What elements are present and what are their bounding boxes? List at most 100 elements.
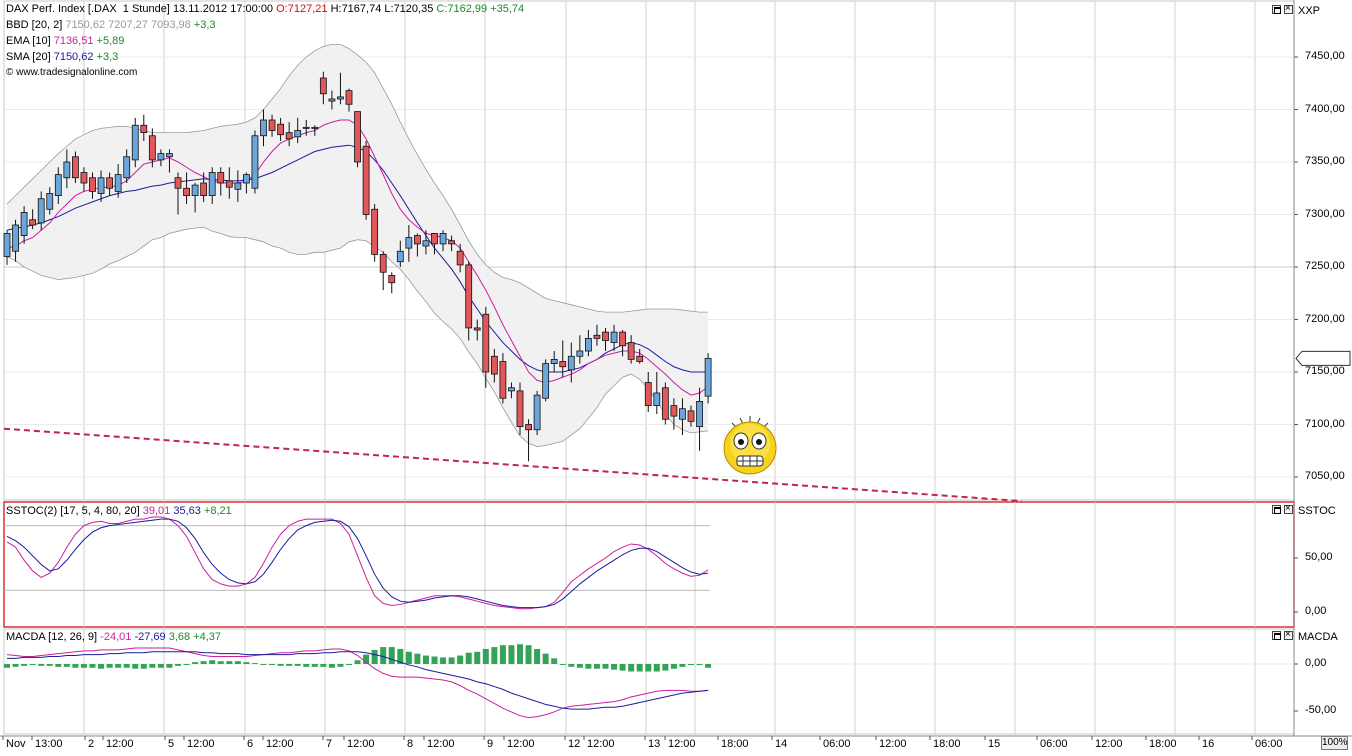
time-axis-label: 12:00 (879, 738, 907, 750)
candle-body (610, 331, 618, 344)
macd-histogram-bar (286, 664, 293, 666)
bbd-mid: 7150,62 (65, 19, 106, 31)
main-y-tick-label: 7200,00 (1305, 312, 1345, 325)
time-axis-label: 7 (326, 738, 333, 750)
macd-histogram-bar (217, 661, 224, 664)
bbd-label: BBD [20, 2] (6, 19, 63, 31)
time-axis-label: 12:00 (668, 738, 696, 750)
macd-histogram-bar (414, 653, 421, 664)
time-axis-label: 16 (1202, 738, 1215, 750)
macd-value-1: -24,01 (100, 631, 132, 643)
macd-histogram-bar (4, 664, 10, 668)
time-axis-label: Nov (6, 738, 26, 750)
candle-body (490, 355, 498, 375)
candle-body (54, 174, 62, 197)
candle-body (191, 184, 199, 197)
candle-body (413, 235, 421, 245)
main-y-tick-label: 7250,00 (1305, 260, 1345, 272)
macd-histogram-bar (98, 664, 105, 669)
macd-histogram-bar (226, 661, 233, 664)
candle-body (217, 172, 225, 184)
candle-body (576, 350, 584, 357)
shocked-smiley-icon (723, 416, 777, 475)
candle-body (225, 180, 233, 188)
close-macd-panel-icon[interactable] (1284, 629, 1293, 641)
candle-body (251, 135, 259, 189)
macd-histogram-bar (482, 648, 489, 664)
macd-histogram-bar (354, 660, 361, 664)
macd-histogram-bar (688, 664, 694, 665)
macd-histogram-bar (636, 664, 643, 672)
zoom-indicator[interactable]: 100% (1321, 736, 1348, 750)
maximize-main-panel-icon[interactable] (1272, 5, 1281, 14)
time-axis-label: 13 (648, 738, 661, 750)
candle-body (285, 132, 293, 140)
sstoc-y-tick-label: 0,00 (1305, 605, 1327, 617)
bbd-legend[interactable]: BBD [20, 2] 7150,62 7207,27 7093,98 +3,3 (6, 19, 216, 32)
candle-body (636, 355, 644, 362)
candle-body (593, 334, 601, 339)
macd-histogram-bar (422, 655, 429, 664)
candle-body (123, 156, 131, 179)
candle-body (319, 77, 327, 95)
candle-body (311, 126, 319, 129)
candle-body (542, 363, 550, 399)
header-instrument: DAX Perf. Index [.DAX 1 Stunde] (6, 3, 170, 15)
time-axis-label: 12:00 (266, 738, 294, 750)
time-axis-label: 15 (988, 738, 1001, 750)
candle-body (371, 208, 379, 255)
maximize-macd-panel-icon[interactable] (1272, 631, 1281, 640)
time-axis-label: 12:00 (427, 738, 455, 750)
main-y-tick-label: 7350,00 (1305, 155, 1345, 167)
macd-legend[interactable]: MACDA [12, 26, 9] -24,01 -27,69 3,68 +4,… (6, 631, 221, 644)
candle-body (268, 119, 276, 131)
close-sstoc-panel-icon[interactable] (1284, 503, 1293, 515)
macd-histogram-bar (269, 664, 276, 665)
macd-histogram-bar (337, 664, 344, 667)
candle-body (174, 177, 182, 189)
source-credit: © www.tradesignalonline.com (6, 66, 137, 79)
bbd-upper: 7207,27 (108, 19, 148, 31)
time-axis-label: 6 (247, 738, 254, 750)
header-open: O:7127,21 (276, 3, 328, 15)
candle-body (234, 182, 242, 190)
main-y-tick-label: 7300,00 (1305, 207, 1345, 220)
candle-body (422, 240, 430, 247)
macd-histogram-bar (457, 655, 464, 664)
macd-y-tick-label: 0,00 (1305, 657, 1327, 669)
candle-body (114, 174, 122, 192)
macd-histogram-bar (251, 663, 258, 665)
macd-histogram-bar (679, 664, 686, 667)
candle-body (157, 153, 165, 161)
macd-histogram-bar (696, 664, 703, 665)
sma-legend[interactable]: SMA [20] 7150,62 +3,3 (6, 51, 118, 64)
candle-body (148, 135, 156, 161)
time-axis-label: 12:00 (1095, 738, 1123, 750)
sma-label: SMA [20] (6, 51, 51, 63)
ema-label: EMA [10] (6, 35, 51, 47)
time-axis-label: 8 (407, 738, 414, 750)
header-change: +35,74 (490, 3, 525, 15)
candle-body (619, 331, 626, 347)
candle-body (354, 111, 361, 163)
macd-histogram-bar (705, 664, 712, 668)
candle-body (63, 161, 71, 179)
candle-body (567, 355, 575, 371)
candle-body (439, 232, 447, 245)
macd-histogram-bar (166, 664, 173, 668)
time-axis-label: 06:00 (1255, 738, 1283, 750)
candle-body (516, 390, 524, 427)
macd-histogram-bar (559, 664, 566, 665)
candle-body (644, 382, 652, 407)
macd-histogram-bar (106, 664, 113, 668)
time-axis-label: 9 (487, 738, 494, 750)
maximize-sstoc-panel-icon[interactable] (1272, 505, 1281, 514)
ema-legend[interactable]: EMA [10] 7136,51 +5,89 (6, 35, 124, 48)
macd-histogram-bar (234, 661, 241, 664)
sstoc-legend[interactable]: SSTOC(2) [17, 5, 4, 80, 20] 39,01 35,63 … (6, 505, 232, 518)
macd-histogram-bar (132, 664, 139, 669)
candle-body (89, 177, 96, 192)
close-main-panel-icon[interactable] (1284, 3, 1293, 15)
macd-histogram-bar (243, 662, 250, 664)
candle-body (448, 240, 456, 245)
